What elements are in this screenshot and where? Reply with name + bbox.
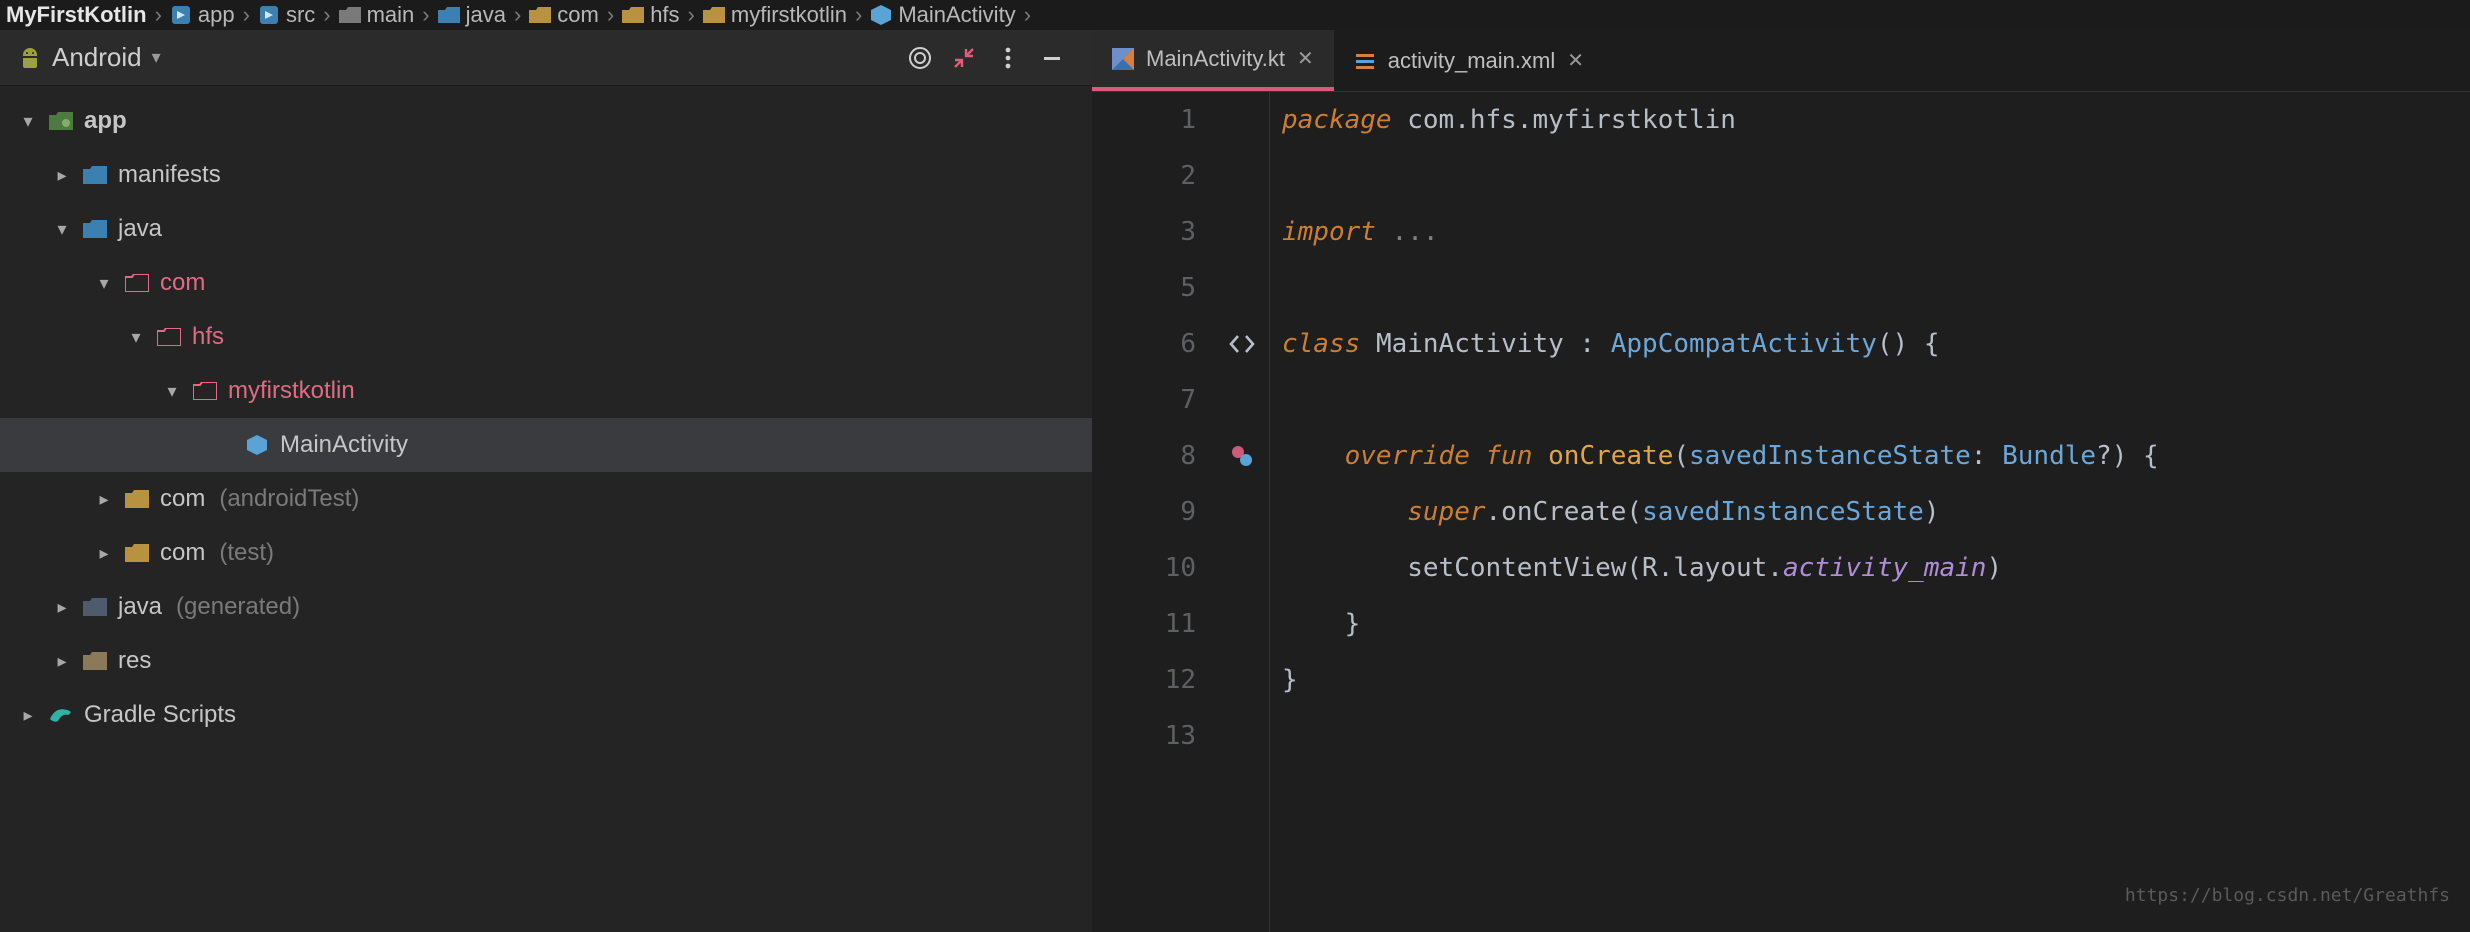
- project-view-selector[interactable]: Android ▾: [18, 42, 161, 73]
- caret-down-icon: ▾: [52, 219, 72, 240]
- chevron-right-icon: ›: [851, 2, 866, 28]
- tree-hfs[interactable]: ▾hfs: [0, 310, 1092, 364]
- package-icon: [124, 540, 150, 566]
- chevron-right-icon: ›: [319, 2, 334, 28]
- tree-gradle-scripts[interactable]: ▸Gradle Scripts: [0, 688, 1092, 742]
- breadcrumb-java[interactable]: java: [438, 2, 506, 28]
- override-gutter-icon[interactable]: [1214, 428, 1269, 484]
- breadcrumb-myfirstkotlin[interactable]: myfirstkotlin: [703, 2, 847, 28]
- sidebar-header: Android ▾: [0, 30, 1092, 86]
- breadcrumb-class[interactable]: MainActivity: [870, 2, 1015, 28]
- caret-right-icon: ▸: [52, 597, 72, 618]
- breadcrumb-com[interactable]: com: [529, 2, 599, 28]
- caret-right-icon: ▸: [18, 705, 38, 726]
- editor-pane: MainActivity.kt ✕ activity_main.xml ✕ 1 …: [1092, 30, 2470, 932]
- tab-mainactivity[interactable]: MainActivity.kt ✕: [1092, 30, 1334, 91]
- caret-right-icon: ▸: [94, 489, 114, 510]
- caret-right-icon: ▸: [52, 165, 72, 186]
- gradle-icon: [48, 702, 74, 728]
- chevron-right-icon: ›: [603, 2, 618, 28]
- package-icon: [124, 486, 150, 512]
- chevron-right-icon: ›: [239, 2, 254, 28]
- tree-manifests[interactable]: ▸manifests: [0, 148, 1092, 202]
- target-icon[interactable]: [898, 36, 942, 80]
- tree-com-androidtest[interactable]: ▸com(androidTest): [0, 472, 1092, 526]
- android-icon: [18, 46, 42, 70]
- kotlin-icon: [1112, 48, 1134, 70]
- xml-icon: [1354, 50, 1376, 72]
- tree-com-test[interactable]: ▸com(test): [0, 526, 1092, 580]
- tab-activity-main-xml[interactable]: activity_main.xml ✕: [1334, 30, 1604, 91]
- project-tree: ▾app ▸manifests ▾java ▾com ▾hfs ▾myfirst…: [0, 86, 1092, 742]
- chevron-right-icon: ›: [151, 2, 166, 28]
- class-icon: [244, 432, 270, 458]
- project-sidebar: Android ▾ ▾app ▸manifests ▾java ▾com ▾hf…: [0, 30, 1092, 932]
- collapse-icon[interactable]: [942, 36, 986, 80]
- folder-icon: [192, 378, 218, 404]
- close-icon[interactable]: ✕: [1567, 48, 1584, 73]
- tree-java[interactable]: ▾java: [0, 202, 1092, 256]
- folder-icon: [156, 324, 182, 350]
- tree-java-generated[interactable]: ▸java(generated): [0, 580, 1092, 634]
- tree-myfirstkotlin[interactable]: ▾myfirstkotlin: [0, 364, 1092, 418]
- folder-icon: [82, 216, 108, 242]
- tab-label: activity_main.xml: [1388, 48, 1555, 74]
- chevron-right-icon: ›: [418, 2, 433, 28]
- close-icon[interactable]: ✕: [1297, 46, 1314, 71]
- watermark-text: https://blog.csdn.net/Greathfs: [2125, 868, 2450, 924]
- code-content[interactable]: package com.hfs.myfirstkotlin import ...…: [1270, 92, 2470, 932]
- folder-icon: [82, 648, 108, 674]
- module-icon: [48, 108, 74, 134]
- tree-res[interactable]: ▸res: [0, 634, 1092, 688]
- breadcrumb-bar: MyFirstKotlin › app › src › main › java …: [0, 0, 2470, 30]
- tree-com[interactable]: ▾com: [0, 256, 1092, 310]
- caret-right-icon: ▸: [52, 651, 72, 672]
- breadcrumb-hfs[interactable]: hfs: [622, 2, 679, 28]
- chevron-down-icon: ▾: [152, 47, 161, 68]
- minimize-icon[interactable]: [1030, 36, 1074, 80]
- more-vertical-icon[interactable]: [986, 36, 1030, 80]
- editor-tabs: MainActivity.kt ✕ activity_main.xml ✕: [1092, 30, 2470, 92]
- caret-right-icon: ▸: [94, 543, 114, 564]
- folder-icon: [124, 270, 150, 296]
- gutter-glyphs: [1214, 92, 1270, 932]
- folder-icon: [82, 594, 108, 620]
- breadcrumb-main[interactable]: main: [339, 2, 415, 28]
- tree-mainactivity[interactable]: MainActivity: [0, 418, 1092, 472]
- caret-down-icon: ▾: [94, 273, 114, 294]
- tree-app[interactable]: ▾app: [0, 94, 1092, 148]
- tab-label: MainActivity.kt: [1146, 46, 1285, 72]
- code-markup-icon[interactable]: [1214, 316, 1269, 372]
- code-editor[interactable]: 1 2 3 5 6 7 8 9 10 11 12 13 pac: [1092, 92, 2470, 932]
- caret-down-icon: ▾: [18, 111, 38, 132]
- chevron-right-icon: ›: [1020, 2, 1035, 28]
- caret-down-icon: ▾: [162, 381, 182, 402]
- folder-icon: [82, 162, 108, 188]
- breadcrumb-project[interactable]: MyFirstKotlin: [6, 2, 147, 28]
- chevron-right-icon: ›: [510, 2, 525, 28]
- breadcrumb-src[interactable]: src: [258, 2, 315, 28]
- chevron-right-icon: ›: [684, 2, 699, 28]
- breadcrumb-app[interactable]: app: [170, 2, 235, 28]
- caret-down-icon: ▾: [126, 327, 146, 348]
- line-number-gutter: 1 2 3 5 6 7 8 9 10 11 12 13: [1092, 92, 1214, 932]
